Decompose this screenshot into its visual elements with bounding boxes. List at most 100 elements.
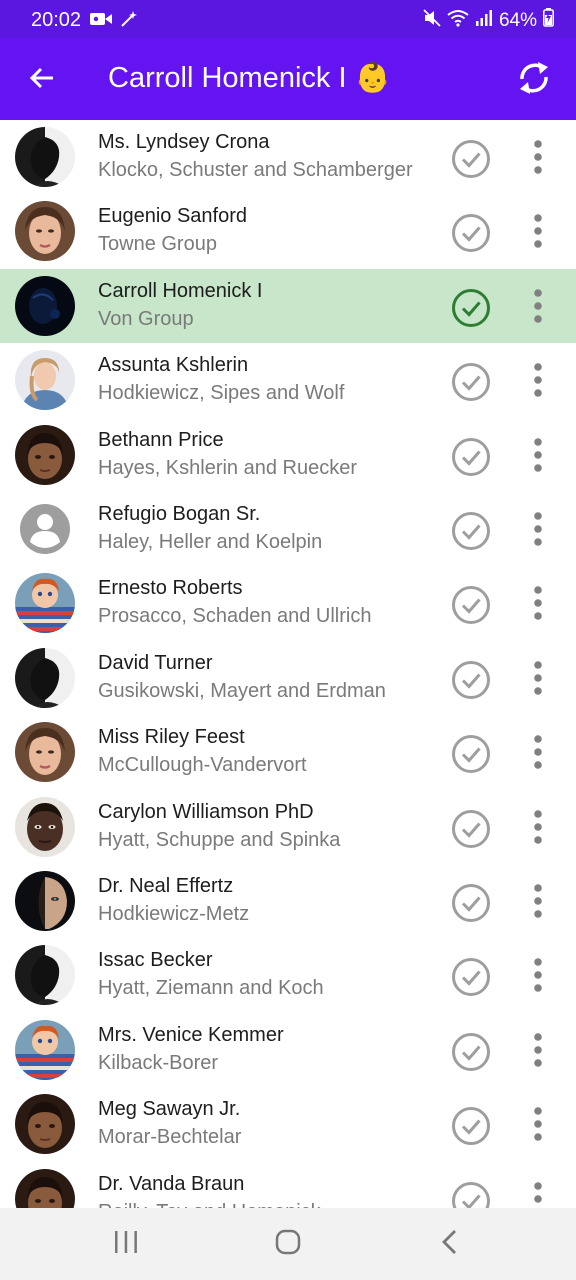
avatar [15,722,75,782]
contact-row[interactable]: Ernesto Roberts Prosacco, Schaden and Ull… [0,566,576,640]
check-circle-icon[interactable] [450,808,492,850]
avatar [15,871,75,931]
recent-apps-button[interactable] [108,1226,144,1262]
contact-name: Carroll Homenick I [98,280,263,302]
contact-name: Ms. Lyndsey Crona [98,131,270,153]
contact-company: Morar-Bechtelar [98,1126,242,1148]
check-circle-icon[interactable] [450,956,492,998]
contact-row[interactable]: Miss Riley Feest McCullough-Vandervort [0,715,576,789]
contact-name: Meg Sawayn Jr. [98,1098,241,1120]
contact-row[interactable]: Carroll Homenick I Von Group [0,269,576,343]
back-icon [440,1229,460,1260]
contact-row[interactable]: David Turner Gusikowski, Mayert and Erdma… [0,641,576,715]
contact-row[interactable]: Mrs. Venice Kemmer Kilback-Borer [0,1013,576,1087]
status-time: 20:02 [31,9,82,31]
contact-row[interactable]: Issac Becker Hyatt, Ziemann and Koch [0,938,576,1012]
navigation-bar [0,1208,576,1280]
check-circle-icon[interactable] [450,138,492,180]
check-circle-icon[interactable] [450,733,492,775]
avatar [15,350,75,410]
home-button[interactable] [268,1226,308,1262]
contact-company: Towne Group [98,233,217,255]
contact-company: Prosacco, Schaden and Ullrich [98,605,372,627]
avatar [15,1169,75,1208]
contact-row[interactable]: Assunta Kshlerin Hodkiewicz, Sipes and Wo… [0,343,576,417]
page-title: Carroll Homenick I 👶 [108,62,391,94]
contact-row[interactable]: Dr. Vanda Braun Reilly, Toy and Homenick [0,1162,576,1208]
contact-company: Haley, Heller and Koelpin [98,531,323,553]
contact-name: Dr. Neal Effertz [98,875,234,897]
home-icon [275,1229,301,1260]
avatar [15,1020,75,1080]
arrow-back-icon [28,64,56,97]
more-options-icon[interactable] [522,507,554,551]
battery-charging-icon [543,8,554,33]
contact-name: Bethann Price [98,429,224,451]
check-circle-icon[interactable] [450,584,492,626]
contact-name: Miss Riley Feest [98,726,245,748]
avatar [15,945,75,1005]
contact-company: Hayes, Kshlerin and Ruecker [98,457,358,479]
more-options-icon[interactable] [522,1177,554,1208]
recent-apps-icon [113,1230,139,1259]
battery-text: 64% [498,9,537,31]
avatar [15,201,75,261]
wifi-icon [447,9,469,33]
check-circle-icon[interactable] [450,1031,492,1073]
mute-icon [423,8,441,33]
more-options-icon[interactable] [522,730,554,774]
check-circle-icon[interactable] [450,436,492,478]
more-options-icon[interactable] [522,135,554,179]
contact-name: Eugenio Sanford [98,205,248,227]
contact-row[interactable]: Bethann Price Hayes, Kshlerin and Ruecker [0,418,576,492]
back-button[interactable] [20,58,64,102]
refresh-icon [514,57,554,104]
more-options-icon[interactable] [522,879,554,923]
more-options-icon[interactable] [522,433,554,477]
more-options-icon[interactable] [522,656,554,700]
video-camera-icon [90,11,112,32]
check-circle-icon[interactable] [450,882,492,924]
avatar [15,573,75,633]
check-circle-icon[interactable] [450,212,492,254]
check-circle-selected-icon[interactable] [450,287,492,329]
contact-row[interactable]: Ms. Lyndsey Crona Klocko, Schuster and Sc… [0,120,576,194]
check-circle-icon[interactable] [450,659,492,701]
contact-company: Hodkiewicz, Sipes and Wolf [98,382,345,404]
contact-company: Kilback-Borer [98,1052,219,1074]
contact-row[interactable]: Eugenio Sanford Towne Group [0,194,576,268]
more-options-icon[interactable] [522,953,554,997]
contact-name: Mrs. Venice Kemmer [98,1024,284,1046]
contact-name: Refugio Bogan Sr. [98,503,261,525]
contact-row[interactable]: Dr. Neal Effertz Hodkiewicz-Metz [0,864,576,938]
avatar [15,127,75,187]
contact-row[interactable]: Carylon Williamson PhD Hyatt, Schuppe and… [0,790,576,864]
contact-company: Reilly, Toy and Homenick [98,1201,321,1208]
more-options-icon[interactable] [522,581,554,625]
contact-name: Dr. Vanda Braun [98,1173,245,1195]
contact-company: Von Group [98,308,194,330]
contact-list[interactable]: Ms. Lyndsey Crona Klocko, Schuster and Sc… [0,120,576,1208]
more-options-icon[interactable] [522,1102,554,1146]
more-options-icon[interactable] [522,805,554,849]
avatar [15,1094,75,1154]
magic-wand-icon [120,10,138,33]
check-circle-icon[interactable] [450,1180,492,1208]
nav-back-button[interactable] [432,1226,468,1262]
check-circle-icon[interactable] [450,361,492,403]
contact-name: David Turner [98,652,213,674]
contact-row[interactable]: Refugio Bogan Sr. Haley, Heller and Koelp… [0,492,576,566]
avatar [15,276,75,336]
contact-company: Gusikowski, Mayert and Erdman [98,680,386,702]
app-bar: Carroll Homenick I 👶 [0,38,576,120]
contact-row[interactable]: Meg Sawayn Jr. Morar-Bechtelar [0,1087,576,1161]
check-circle-icon[interactable] [450,510,492,552]
contact-company: McCullough-Vandervort [98,754,307,776]
check-circle-icon[interactable] [450,1105,492,1147]
more-options-icon[interactable] [522,1028,554,1072]
refresh-button[interactable] [508,56,560,104]
more-options-icon[interactable] [522,209,554,253]
avatar [15,425,75,485]
more-options-icon[interactable] [522,284,554,328]
more-options-icon[interactable] [522,358,554,402]
